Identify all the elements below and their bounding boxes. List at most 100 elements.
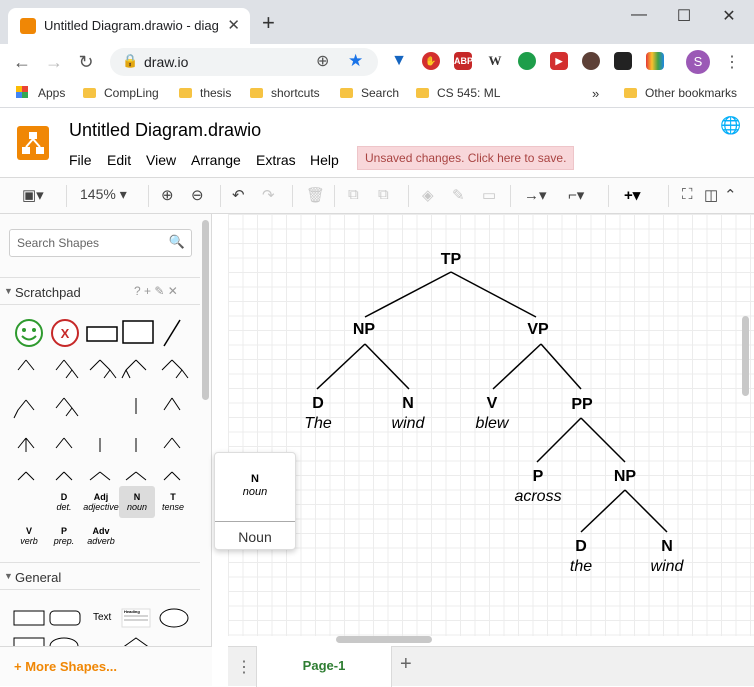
browser-menu-icon[interactable]: ⋮ xyxy=(724,52,740,72)
shape-tense[interactable]: T tense xyxy=(156,492,190,512)
fullscreen-icon[interactable]: ⛶ xyxy=(682,186,693,203)
general-text-shape[interactable]: Text xyxy=(93,612,111,623)
bookmark-star-icon[interactable]: ★ xyxy=(348,51,363,71)
preview-divider xyxy=(215,521,295,522)
line-color-icon[interactable]: ✎ xyxy=(452,186,465,204)
format-panel-icon[interactable]: ◫ xyxy=(704,186,718,204)
pages-menu-icon[interactable]: ⋮ xyxy=(236,657,252,677)
close-window-button[interactable]: ✕ xyxy=(714,6,744,26)
x-circle-shape[interactable]: X xyxy=(50,318,80,348)
node-n-wind[interactable]: N wind xyxy=(383,394,433,434)
address-bar[interactable]: 🔒 draw.io ⊕ ★ xyxy=(110,48,378,76)
extension-w-icon[interactable]: W xyxy=(486,52,504,70)
menu-edit[interactable]: Edit xyxy=(107,152,131,168)
sidebar-scrollbar[interactable] xyxy=(202,220,209,400)
node-pp[interactable]: PP xyxy=(560,395,604,415)
menu-file[interactable]: File xyxy=(69,152,92,168)
bookmark-other[interactable]: Other bookmarks xyxy=(624,86,737,100)
node-np[interactable]: NP xyxy=(344,320,384,340)
more-shapes-button[interactable]: + More Shapes... xyxy=(0,646,212,686)
node-d-the[interactable]: D The xyxy=(293,394,343,434)
add-page-button[interactable]: + xyxy=(400,653,412,676)
general-header[interactable]: ▼ General xyxy=(0,562,200,590)
node-vp[interactable]: VP xyxy=(518,320,558,340)
extension-play-icon[interactable]: ▶ xyxy=(550,52,568,70)
maximize-button[interactable]: ☐ xyxy=(669,6,699,26)
node-d-the-2[interactable]: D the xyxy=(556,537,606,577)
bookmark-cs545[interactable]: CS 545: ML xyxy=(416,86,500,100)
page-tab-1[interactable]: Page-1 xyxy=(256,646,392,687)
menu-help[interactable]: Help xyxy=(310,152,339,168)
extension-tab-icon[interactable] xyxy=(614,52,632,70)
extension-v-icon[interactable]: ▼ xyxy=(390,52,408,70)
rectangle-shape[interactable] xyxy=(86,326,118,342)
zoom-in-icon[interactable]: ⊕ xyxy=(161,186,174,204)
zoom-out-icon[interactable]: ⊖ xyxy=(191,186,204,204)
bookmark-shortcuts[interactable]: shortcuts xyxy=(250,86,320,100)
square-shape[interactable] xyxy=(122,320,154,344)
to-back-icon[interactable]: ⧉ xyxy=(378,186,389,203)
insert-plus-icon[interactable]: +▾ xyxy=(624,186,640,204)
scratchpad-tools[interactable]: ? + ✎ ✕ xyxy=(134,284,178,298)
bookmark-thesis[interactable]: thesis xyxy=(179,86,231,100)
format-panel-toggle-icon[interactable]: ▣▾ xyxy=(22,186,44,204)
shadow-icon[interactable]: ▭ xyxy=(482,186,496,204)
extension-stop-icon[interactable]: ✋ xyxy=(422,52,440,70)
extension-globe-icon[interactable] xyxy=(582,52,600,70)
bookmarks-overflow-button[interactable]: » xyxy=(592,86,599,101)
profile-avatar[interactable]: S xyxy=(686,50,710,74)
general-heading-shape[interactable]: Heading xyxy=(124,609,140,614)
shape-adjective[interactable]: Adj adjective xyxy=(82,492,120,512)
bookmark-apps[interactable]: Apps xyxy=(16,86,65,100)
new-tab-button[interactable]: + xyxy=(262,12,275,34)
node-n-wind-2[interactable]: N wind xyxy=(641,537,693,577)
adblock-icon[interactable]: ABP xyxy=(454,52,473,70)
menu-arrange[interactable]: Arrange xyxy=(191,152,241,168)
scratchpad-header[interactable]: ▼ Scratchpad ? + ✎ ✕ xyxy=(0,277,200,305)
shape-noun[interactable]: N noun xyxy=(119,486,155,518)
shape-verb[interactable]: V verb xyxy=(12,526,46,546)
menu-extras[interactable]: Extras xyxy=(256,152,296,168)
extension-chat-icon[interactable] xyxy=(518,52,536,70)
minimize-button[interactable]: — xyxy=(624,6,654,24)
tree-template-shapes[interactable] xyxy=(10,354,200,484)
fill-color-icon[interactable]: ◈ xyxy=(422,186,434,204)
forward-arrow-icon[interactable]: → xyxy=(42,52,66,73)
shape-adverb[interactable]: Adv adverb xyxy=(82,526,120,546)
node-np-2[interactable]: NP xyxy=(604,467,646,487)
node-tp[interactable]: TP xyxy=(431,250,471,270)
canvas-vertical-scrollbar[interactable] xyxy=(742,316,749,396)
bookmark-compling[interactable]: CompLing xyxy=(83,86,159,100)
redo-icon[interactable]: ↷ xyxy=(262,186,275,204)
browser-tab[interactable]: Untitled Diagram.drawio - diagra ✕ xyxy=(8,8,250,44)
general-label: General xyxy=(15,570,62,585)
connection-style-icon[interactable]: →▾ xyxy=(524,186,547,204)
bookmark-search[interactable]: Search xyxy=(340,86,399,100)
smiley-shape[interactable] xyxy=(14,318,44,348)
menu-view[interactable]: View xyxy=(146,152,176,168)
back-arrow-icon[interactable]: ← xyxy=(10,52,34,73)
delete-icon[interactable]: 🗑 xyxy=(306,186,325,204)
shape-prep[interactable]: P prep. xyxy=(48,526,80,546)
search-shapes-input[interactable]: Search Shapes 🔍 xyxy=(9,229,192,257)
search-icon[interactable]: 🔍 xyxy=(169,234,185,250)
collapse-toolbar-icon[interactable]: ⌃ xyxy=(724,186,737,204)
extension-color-icon[interactable] xyxy=(646,52,664,70)
edge-vp-v xyxy=(492,343,542,390)
canvas-horizontal-scrollbar[interactable] xyxy=(336,636,432,643)
node-v-blew[interactable]: V blew xyxy=(467,394,517,434)
node-p-across[interactable]: P across xyxy=(507,467,569,507)
language-globe-icon[interactable]: 🌐 xyxy=(720,116,741,136)
undo-icon[interactable]: ↶ xyxy=(232,186,245,204)
install-app-icon[interactable]: ⊕ xyxy=(316,51,329,71)
reload-icon[interactable]: ↻ xyxy=(74,52,98,73)
zoom-dropdown[interactable]: 145% ▾ xyxy=(80,186,127,203)
waypoints-icon[interactable]: ⌐▾ xyxy=(568,186,584,204)
diagram-canvas[interactable]: TP NP VP D The N wind V blew PP P across… xyxy=(213,214,754,636)
shape-det[interactable]: D det. xyxy=(48,492,80,512)
unsaved-changes-banner[interactable]: Unsaved changes. Click here to save. xyxy=(357,146,575,170)
close-tab-icon[interactable]: ✕ xyxy=(227,16,240,34)
line-shape[interactable] xyxy=(162,318,182,348)
to-front-icon[interactable]: ⧉ xyxy=(348,186,359,203)
document-title[interactable]: Untitled Diagram.drawio xyxy=(69,120,261,141)
